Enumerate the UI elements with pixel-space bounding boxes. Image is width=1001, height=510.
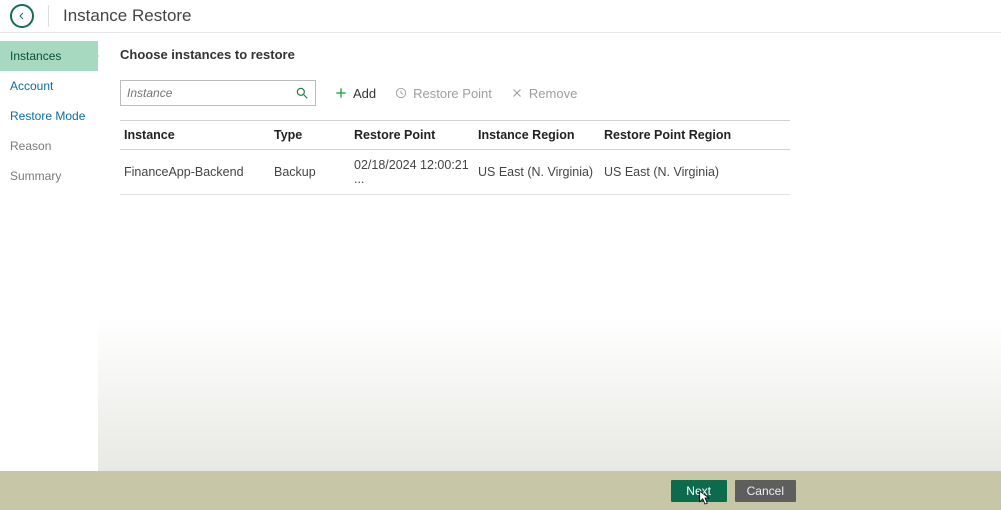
wizard-body: Instances Account Restore Mode Reason Su… xyxy=(0,33,1001,471)
restore-point-button: Restore Point xyxy=(394,86,492,101)
divider xyxy=(48,5,49,27)
add-button[interactable]: Add xyxy=(334,86,376,101)
sidebar-item-label: Summary xyxy=(10,169,61,183)
button-label: Remove xyxy=(529,86,577,101)
sidebar-item-summary[interactable]: Summary xyxy=(0,161,98,191)
sidebar-item-reason[interactable]: Reason xyxy=(0,131,98,161)
cell-restore-point: 02/18/2024 12:00:21 ... xyxy=(350,150,474,195)
button-label: Next xyxy=(686,484,711,498)
cell-type: Backup xyxy=(270,150,350,195)
back-button[interactable] xyxy=(10,4,34,28)
sidebar-item-label: Instances xyxy=(10,49,61,63)
title-bar: Instance Restore xyxy=(0,0,1001,33)
sidebar-item-restore-mode[interactable]: Restore Mode xyxy=(0,101,98,131)
table-row[interactable]: FinanceApp-Backend Backup 02/18/2024 12:… xyxy=(120,150,790,195)
button-label: Restore Point xyxy=(413,86,492,101)
arrow-left-icon xyxy=(16,10,28,22)
cell-instance-region: US East (N. Virginia) xyxy=(474,150,600,195)
sidebar-item-label: Restore Mode xyxy=(10,109,85,123)
sidebar-item-label: Account xyxy=(10,79,53,93)
search-box[interactable] xyxy=(120,80,316,106)
button-label: Add xyxy=(353,86,376,101)
wizard-footer: Next Cancel xyxy=(0,471,1001,510)
button-label: Cancel xyxy=(747,484,784,498)
search-icon xyxy=(295,86,309,100)
instances-table: Instance Type Restore Point Instance Reg… xyxy=(120,120,790,195)
sidebar-item-label: Reason xyxy=(10,139,51,153)
cancel-button[interactable]: Cancel xyxy=(735,480,796,502)
sidebar-item-instances[interactable]: Instances xyxy=(0,41,98,71)
search-input[interactable] xyxy=(127,86,295,100)
th-type[interactable]: Type xyxy=(270,121,350,150)
next-button[interactable]: Next xyxy=(671,480,727,502)
remove-button: Remove xyxy=(510,86,577,101)
clock-rotate-icon xyxy=(394,86,408,100)
table-header-row: Instance Type Restore Point Instance Reg… xyxy=(120,121,790,150)
wizard-sidebar: Instances Account Restore Mode Reason Su… xyxy=(0,33,98,471)
toolbar: Add Restore Point Remove xyxy=(120,80,979,106)
th-restore-point-region[interactable]: Restore Point Region xyxy=(600,121,790,150)
close-icon xyxy=(510,86,524,100)
th-instance-region[interactable]: Instance Region xyxy=(474,121,600,150)
sidebar-item-account[interactable]: Account xyxy=(0,71,98,101)
cell-instance: FinanceApp-Backend xyxy=(120,150,270,195)
page-title: Instance Restore xyxy=(63,6,192,26)
cell-restore-point-region: US East (N. Virginia) xyxy=(600,150,790,195)
th-restore-point[interactable]: Restore Point xyxy=(350,121,474,150)
th-instance[interactable]: Instance xyxy=(120,121,270,150)
plus-icon xyxy=(334,86,348,100)
main-panel: Choose instances to restore Add Restore … xyxy=(98,33,1001,471)
section-title: Choose instances to restore xyxy=(120,47,979,62)
